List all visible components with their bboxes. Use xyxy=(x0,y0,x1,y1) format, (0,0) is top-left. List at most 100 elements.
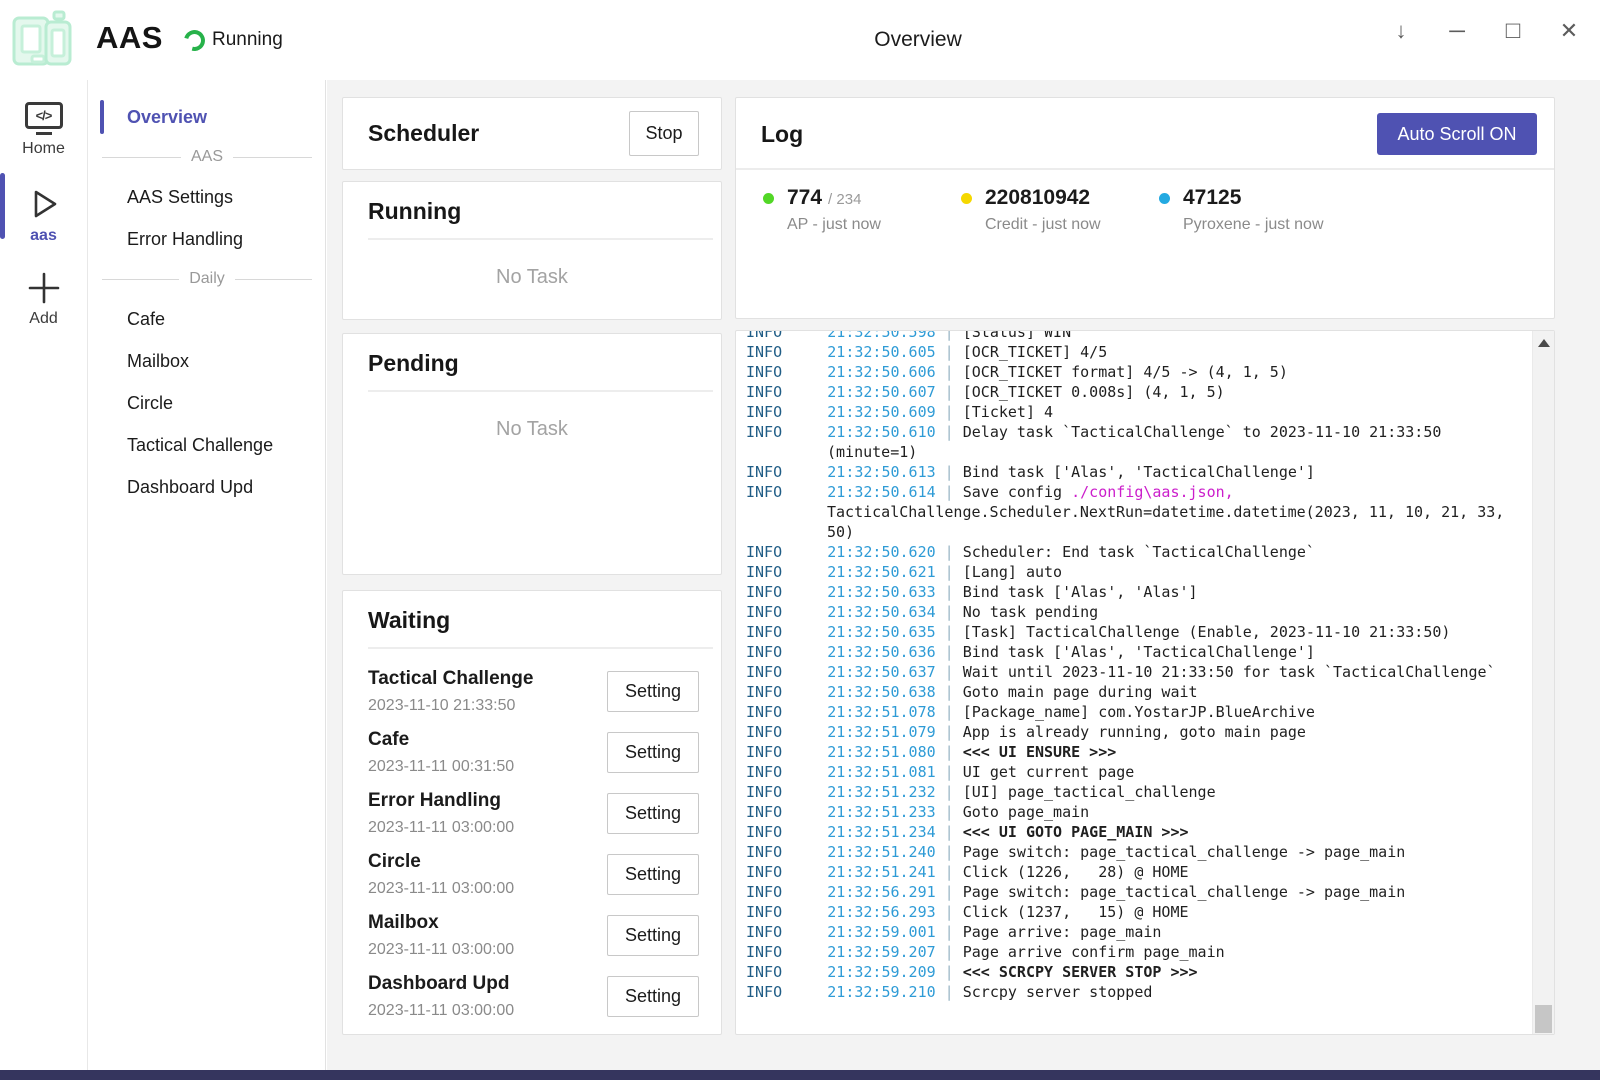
task-setting-button[interactable]: Setting xyxy=(607,671,699,712)
resource-stat: 220810942 Credit - just now xyxy=(961,186,1159,234)
log-message: UI get current page xyxy=(963,763,1135,781)
log-line: INFO 21:32:51.080 | <<< UI ENSURE >>> xyxy=(746,742,1509,762)
log-level: INFO xyxy=(746,683,827,701)
stat-label: Credit - just now xyxy=(985,216,1101,234)
nav-item-mailbox[interactable]: Mailbox xyxy=(89,340,325,382)
nav-item-aas-settings[interactable]: AAS Settings xyxy=(89,176,325,218)
log-line: INFO 21:32:59.210 | Scrcpy server stoppe… xyxy=(746,982,1509,1002)
log-timestamp: 21:32:50.638 xyxy=(827,683,935,701)
log-message: [OCR_TICKET format] 4/5 -> (4, 1, 5) xyxy=(963,363,1288,381)
log-line: INFO 21:32:59.207 | Page arrive confirm … xyxy=(746,942,1509,962)
nav-item-dashboard-upd[interactable]: Dashboard Upd xyxy=(89,466,325,508)
log-separator: | xyxy=(936,423,963,441)
log-message: [Status] WIN xyxy=(963,331,1071,341)
task-setting-button[interactable]: Setting xyxy=(607,732,699,773)
stat-label: Pyroxene - just now xyxy=(1183,216,1324,234)
stat-value: 47125 xyxy=(1183,186,1241,210)
auto-scroll-toggle-button[interactable]: Auto Scroll ON xyxy=(1377,113,1537,155)
log-separator: | xyxy=(936,543,963,561)
nav-item-tactical-challenge[interactable]: Tactical Challenge xyxy=(89,424,325,466)
log-level: INFO xyxy=(746,423,827,441)
hide-window-button[interactable]: ↓ xyxy=(1380,10,1422,52)
log-level: INFO xyxy=(746,723,827,741)
waiting-title: Waiting xyxy=(343,591,721,634)
log-line: INFO 21:32:56.293 | Click (1237, 15) @ H… xyxy=(746,902,1509,922)
log-message: Page switch: page_tactical_challenge -> … xyxy=(963,843,1406,861)
log-timestamp: 21:32:51.232 xyxy=(827,783,935,801)
log-message: [Lang] auto xyxy=(963,563,1062,581)
log-line: INFO 21:32:51.234 | <<< UI GOTO PAGE_MAI… xyxy=(746,822,1509,842)
close-button[interactable]: ✕ xyxy=(1548,10,1590,52)
nav-item-label: Error Handling xyxy=(127,229,243,250)
scheduler-stop-button[interactable]: Stop xyxy=(629,111,699,156)
rail-item-aas[interactable]: aas xyxy=(0,186,87,245)
nav-item-error-handling[interactable]: Error Handling xyxy=(89,218,325,260)
divider xyxy=(368,390,713,392)
log-line: INFO 21:32:51.233 | Goto page_main xyxy=(746,802,1509,822)
task-setting-button[interactable]: Setting xyxy=(607,915,699,956)
icon-rail: </> Home aas Add xyxy=(0,80,88,1070)
waiting-task-info: Tactical Challenge 2023-11-10 21:33:50 xyxy=(368,668,533,715)
log-level: INFO xyxy=(746,963,827,981)
nav-item-overview[interactable]: Overview xyxy=(89,96,325,138)
log-separator: | xyxy=(936,331,963,341)
stat-value: 774 xyxy=(787,186,822,210)
waiting-task-info: Circle 2023-11-11 03:00:00 xyxy=(368,851,514,898)
divider xyxy=(368,238,713,240)
log-output-view[interactable]: INFO 21:32:50.598 | [Status] WININFO 21:… xyxy=(736,331,1531,1034)
home-icon: </> xyxy=(25,102,63,135)
log-message: Page switch: page_tactical_challenge -> … xyxy=(963,883,1406,901)
task-setting-button[interactable]: Setting xyxy=(607,793,699,834)
log-level: INFO xyxy=(746,743,827,761)
nav-group-divider-daily: Daily xyxy=(89,260,325,298)
nav-item-cafe[interactable]: Cafe xyxy=(89,298,325,340)
nav-item-label: Dashboard Upd xyxy=(127,477,253,498)
log-level: INFO xyxy=(746,403,827,421)
task-setting-button[interactable]: Setting xyxy=(607,854,699,895)
maximize-button[interactable]: □ xyxy=(1492,10,1534,52)
log-level: INFO xyxy=(746,763,827,781)
log-timestamp: 21:32:50.613 xyxy=(827,463,935,481)
rail-aas-label: aas xyxy=(30,227,57,245)
log-separator: | xyxy=(936,923,963,941)
log-line: INFO 21:32:50.635 | [Task] TacticalChall… xyxy=(746,622,1509,642)
log-line: INFO 21:32:51.079 | App is already runni… xyxy=(746,722,1509,742)
log-message: Goto main page during wait xyxy=(963,683,1198,701)
app-title: AAS xyxy=(96,20,163,56)
log-timestamp: 21:32:51.240 xyxy=(827,843,935,861)
waiting-task-row: Error Handling 2023-11-11 03:00:00 Setti… xyxy=(368,783,699,844)
log-level: INFO xyxy=(746,843,827,861)
log-level: INFO xyxy=(746,331,827,341)
minimize-button[interactable]: ─ xyxy=(1436,10,1478,52)
log-line: INFO 21:32:51.240 | Page switch: page_ta… xyxy=(746,842,1509,862)
waiting-task-name: Mailbox xyxy=(368,912,514,934)
log-level: INFO xyxy=(746,583,827,601)
log-level: INFO xyxy=(746,383,827,401)
log-timestamp: 21:32:59.210 xyxy=(827,983,935,1001)
log-line: INFO 21:32:51.081 | UI get current page xyxy=(746,762,1509,782)
log-timestamp: 21:32:56.291 xyxy=(827,883,935,901)
log-message: Goto page_main xyxy=(963,803,1089,821)
log-message: [OCR_TICKET] 4/5 xyxy=(963,343,1108,361)
log-title: Log xyxy=(761,121,803,148)
nav-item-circle[interactable]: Circle xyxy=(89,382,325,424)
log-line: INFO 21:32:50.634 | No task pending xyxy=(746,602,1509,622)
log-level: INFO xyxy=(746,783,827,801)
log-separator: | xyxy=(936,763,963,781)
plus-icon xyxy=(27,271,61,305)
log-message: App is already running, goto main page xyxy=(963,723,1306,741)
log-separator: | xyxy=(936,883,963,901)
log-line: INFO 21:32:50.605 | [OCR_TICKET] 4/5 xyxy=(746,342,1509,362)
app-window: AAS Running Overview ↓ ─ □ ✕ </> xyxy=(0,0,1600,1080)
scroll-up-arrow-icon[interactable] xyxy=(1538,339,1550,347)
rail-item-home[interactable]: </> Home xyxy=(0,102,87,158)
log-line: INFO 21:32:56.291 | Page switch: page_ta… xyxy=(746,882,1509,902)
scrollbar-thumb[interactable] xyxy=(1535,1005,1552,1033)
rail-item-add[interactable]: Add xyxy=(0,271,87,328)
task-setting-button[interactable]: Setting xyxy=(607,976,699,1017)
log-separator: | xyxy=(936,723,963,741)
log-timestamp: 21:32:50.634 xyxy=(827,603,935,621)
stat-suffix: / 234 xyxy=(828,191,861,208)
nav-item-label: Overview xyxy=(127,107,207,128)
log-scrollbar[interactable] xyxy=(1532,331,1554,1034)
